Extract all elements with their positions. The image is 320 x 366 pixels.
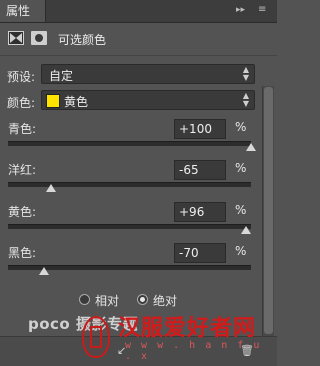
black-slider-thumb[interactable] (39, 267, 50, 275)
cyan-value-input[interactable]: +100 (174, 119, 226, 139)
yellow-slider-track[interactable] (8, 224, 251, 229)
selective-color-adjustment-icon[interactable] (8, 31, 24, 45)
yellow-unit: % (235, 203, 247, 217)
colors-label: 颜色: (7, 96, 36, 110)
adjustment-title: 可选颜色 (58, 33, 107, 47)
cyan-slider-track[interactable] (8, 141, 251, 146)
site-watermark: 汉服爱好者网 (118, 315, 257, 341)
slider-label-cyan: 青色: (8, 122, 37, 136)
black-unit: % (235, 244, 247, 258)
radio-absolute[interactable] (137, 294, 148, 305)
site-url-watermark: w w w . h a n f u . x (125, 340, 262, 362)
radio-label-relative: 相对 (95, 294, 120, 308)
double-chevron-right-icon[interactable]: ▸▸ (236, 4, 245, 16)
preset-value: 自定 (49, 69, 74, 83)
preset-label: 预设: (7, 70, 36, 84)
colors-value: 黄色 (64, 95, 89, 109)
magenta-value-input[interactable]: -65 (174, 160, 226, 180)
yellow-value-input[interactable]: +96 (174, 202, 226, 222)
tab-properties[interactable]: 属性 (0, 0, 46, 22)
cyan-slider-thumb[interactable] (246, 143, 256, 151)
panel-titlebar: 属性 ▸▸ ≡ (0, 0, 277, 23)
color-swatch (46, 94, 60, 108)
magenta-slider-track[interactable] (8, 182, 251, 187)
radio-relative[interactable] (79, 294, 90, 305)
preset-select[interactable]: 自定 ▲ ▼ (41, 64, 255, 84)
black-value-input[interactable]: -70 (174, 243, 226, 263)
panel-scrollbar[interactable] (262, 86, 274, 336)
select-arrows-icon: ▲ ▼ (242, 91, 249, 108)
scrollbar-thumb[interactable] (264, 87, 273, 334)
layer-mask-icon[interactable] (31, 31, 47, 45)
cyan-unit: % (235, 120, 247, 134)
panel-menu-icon[interactable]: ≡ (258, 4, 266, 16)
radio-label-absolute: 绝对 (153, 294, 178, 308)
slider-label-magenta: 洋红: (8, 163, 37, 177)
magenta-unit: % (235, 161, 247, 175)
slider-label-black: 黑色: (8, 246, 37, 260)
magenta-slider-thumb[interactable] (45, 184, 56, 192)
red-seal-logo (82, 316, 110, 358)
properties-header: 可选颜色 (0, 23, 277, 56)
yellow-slider-thumb[interactable] (241, 226, 252, 234)
colors-select[interactable]: 黄色 ▲ ▼ (41, 90, 255, 110)
slider-label-yellow: 黄色: (8, 205, 37, 219)
select-arrows-icon: ▲ ▼ (242, 65, 249, 82)
